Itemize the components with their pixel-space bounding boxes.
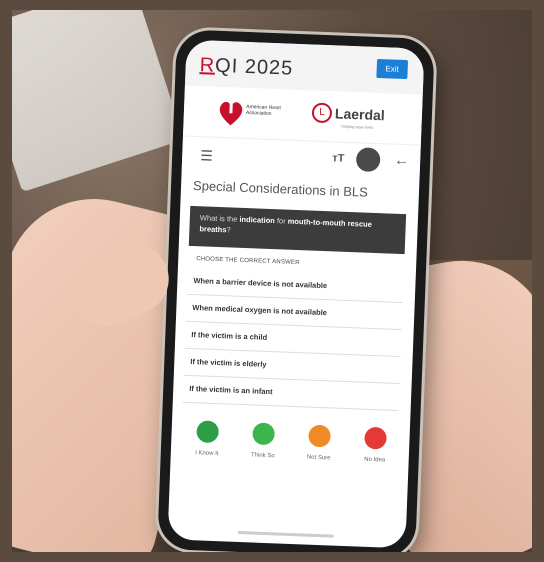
question-prefix: What is the — [199, 213, 240, 224]
orange-dot-icon[interactable] — [308, 424, 331, 448]
confidence-label: Think So — [250, 452, 275, 460]
partner-logos: American Heart Association L Laerdal help… — [182, 85, 423, 145]
confidence-think-so[interactable]: Think So — [235, 422, 292, 460]
confidence-label: Not Sure — [306, 454, 331, 462]
confidence-buttons: I Know It Think So Not Sure No Idea — [178, 420, 404, 489]
laerdal-mark-icon: L — [311, 102, 333, 124]
laerdal-tagline: helping save lives — [341, 123, 374, 130]
confidence-label: No Idea — [364, 456, 386, 464]
smartphone: RQI 2025 Exit American Heart Association… — [157, 29, 435, 552]
question-suffix: ? — [226, 225, 231, 235]
logo-r: R — [199, 54, 216, 77]
confidence-not-sure[interactable]: Not Sure — [291, 424, 348, 462]
home-indicator[interactable] — [237, 530, 334, 538]
text-size-icon[interactable]: тT — [332, 152, 345, 164]
laerdal-logo: L Laerdal — [311, 102, 386, 125]
question-box: What is the indication for mouth-to-mout… — [188, 205, 407, 255]
heart-torch-icon — [219, 97, 243, 126]
answer-list: When a barrier device is not available W… — [182, 267, 404, 412]
question-mid: for — [274, 216, 288, 226]
question-bold-indication: indication — [239, 214, 276, 226]
confidence-no-idea[interactable]: No Idea — [347, 426, 404, 464]
menu-icon[interactable]: ☰ — [200, 147, 213, 164]
page-title: Special Considerations in BLS — [192, 177, 369, 200]
confidence-label: I Know It — [195, 450, 219, 458]
photo-background: RQI 2025 Exit American Heart Association… — [12, 10, 532, 552]
red-dot-icon[interactable] — [364, 426, 387, 450]
confidence-i-know-it[interactable]: I Know It — [179, 420, 236, 458]
instruction-label: CHOOSE THE CORRECT ANSWER — [196, 256, 300, 267]
green-dot-icon[interactable] — [196, 420, 220, 444]
avatar[interactable] — [355, 147, 381, 173]
laerdal-name: Laerdal — [334, 105, 386, 124]
app-logo: RQI 2025 — [199, 54, 293, 81]
aha-name: American Heart Association — [245, 103, 281, 117]
logo-text: QI 2025 — [214, 54, 294, 80]
green-dot-icon[interactable] — [252, 422, 276, 446]
arrow-left-icon[interactable]: ← — [394, 152, 410, 170]
phone-screen: RQI 2025 Exit American Heart Association… — [167, 39, 425, 549]
exit-button[interactable]: Exit — [376, 58, 409, 80]
paper-background — [12, 10, 185, 193]
